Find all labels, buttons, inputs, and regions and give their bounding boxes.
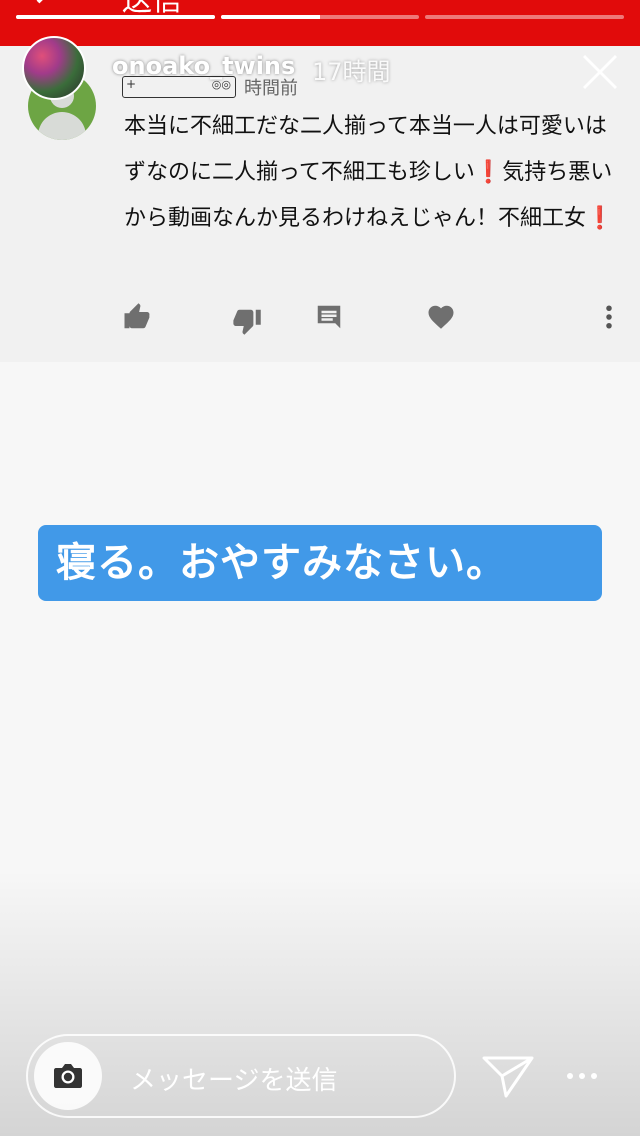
send-icon[interactable] xyxy=(480,1052,536,1100)
thumbs-down-icon[interactable] xyxy=(232,306,262,336)
text-sticker: 寝る。おやすみなさい。 xyxy=(38,525,602,601)
thumbs-up-icon[interactable] xyxy=(122,302,152,332)
comment-actions xyxy=(0,302,640,338)
progress-segment xyxy=(425,15,625,19)
progress-segment xyxy=(16,15,215,19)
story-avatar[interactable] xyxy=(22,36,86,100)
story-progress xyxy=(16,15,625,19)
close-icon[interactable] xyxy=(578,50,622,94)
top-bar-title: 送信 xyxy=(122,0,182,18)
story-header: onoako_twins 17時間 xyxy=(22,36,622,100)
story-timestamp: 17時間 xyxy=(312,58,391,86)
more-horizontal-icon[interactable] xyxy=(564,1064,600,1088)
progress-fill xyxy=(220,15,320,19)
camera-button[interactable] xyxy=(34,1042,102,1110)
progress-fill xyxy=(16,15,215,19)
more-vertical-icon[interactable] xyxy=(594,302,624,332)
comment-text: 本当に不細工だな二人揃って本当一人は可愛いはずなのに二人揃って不細工も珍しい❗気… xyxy=(124,114,614,231)
comment-icon[interactable] xyxy=(314,302,344,332)
camera-icon xyxy=(54,1064,82,1088)
heart-icon[interactable] xyxy=(426,302,456,332)
chevron-left-icon[interactable] xyxy=(28,0,58,16)
message-input[interactable]: メッセージを送信 xyxy=(130,1060,337,1097)
story-username[interactable]: onoako_twins xyxy=(112,52,295,80)
progress-segment xyxy=(220,15,420,19)
